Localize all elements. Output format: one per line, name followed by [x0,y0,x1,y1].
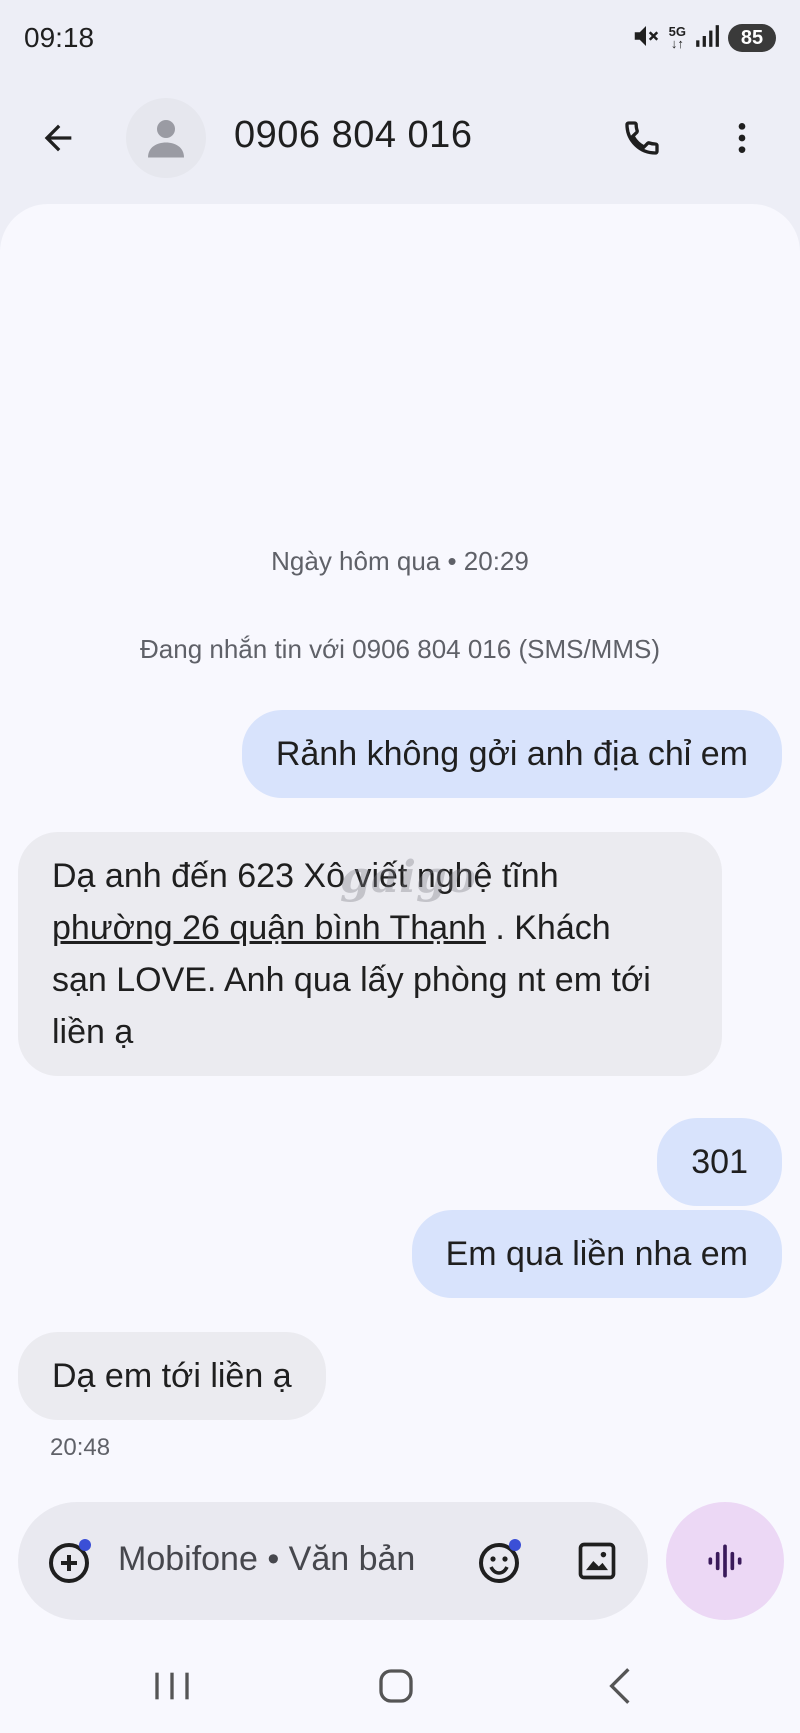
more-vert-icon [738,123,746,153]
message-text: liền ạ [52,1013,134,1051]
message-bubble-outgoing[interactable]: 301 [657,1118,782,1206]
call-button[interactable] [614,110,670,166]
gallery-button[interactable] [570,1534,624,1588]
mute-icon [631,21,661,56]
more-options-button[interactable] [714,110,770,166]
back-button[interactable] [30,110,86,166]
5g-icon: 5G ↓↑ [668,24,686,51]
message-text: Rảnh không gởi anh địa chỉ em [275,735,748,773]
status-time: 09:18 [24,22,95,53]
message-text: sạn LOVE. Anh qua lấy phòng nt em tới [52,961,651,999]
contact-name[interactable]: 0906 804 016 [234,114,472,157]
battery-icon: 85 [728,24,776,52]
back-arrow-icon [44,124,72,152]
message-text: Dạ anh đến 623 Xô viết nghệ tĩnh [52,857,559,895]
nav-back-icon [609,1668,630,1704]
add-circle-icon [49,1539,91,1583]
status-bar: 09:18 5G ↓↑ 85 [0,0,800,76]
home-button[interactable] [366,1656,426,1716]
message-bubble-outgoing[interactable]: Em qua liền nha em [411,1210,782,1298]
voice-message-button[interactable] [666,1502,784,1620]
contact-avatar[interactable] [126,98,206,178]
gallery-icon [578,1542,616,1580]
home-icon [379,1669,413,1703]
recents-button[interactable] [142,1656,202,1716]
emoji-icon [479,1539,521,1583]
message-bubble-incoming[interactable]: Dạ em tới liền ạ [18,1332,326,1420]
voice-waveform-icon [708,1544,742,1578]
compose-bar [18,1502,648,1620]
phone-icon [625,121,659,155]
date-header: Ngày hôm qua • 20:29 [271,546,529,576]
top-app-bar: 0906 804 016 [0,90,800,186]
recents-icon [155,1672,189,1700]
message-text: Dạ em tới liền ạ [52,1357,292,1395]
address-link[interactable]: phường 26 quận bình Thạnh [52,909,486,947]
status-icons: 5G ↓↑ 85 [631,22,776,54]
network-label: 5G [668,24,686,39]
signal-icon [694,23,720,54]
message-text: . Khách [485,909,611,947]
message-timestamp: 20:48 [50,1434,111,1461]
message-bubble-outgoing[interactable]: Rảnh không gởi anh địa chỉ em [241,710,782,798]
attach-button[interactable] [44,1534,98,1588]
conversation-view[interactable]: Ngày hôm qua • 20:29 Đang nhắn tin với 0… [0,204,800,1733]
message-text: Em qua liền nha em [445,1235,748,1273]
person-icon [148,120,184,158]
nav-back-button[interactable] [590,1656,650,1716]
sms-info-text: Đang nhắn tin với 0906 804 016 (SMS/MMS) [140,634,660,664]
message-text: 301 [691,1143,748,1181]
message-bubble-incoming[interactable]: Dạ anh đến 623 Xô viết nghệ tĩnh phường … [18,832,722,1076]
message-input[interactable] [118,1540,438,1579]
system-nav-bar [0,1630,800,1730]
emoji-button[interactable] [474,1534,528,1588]
